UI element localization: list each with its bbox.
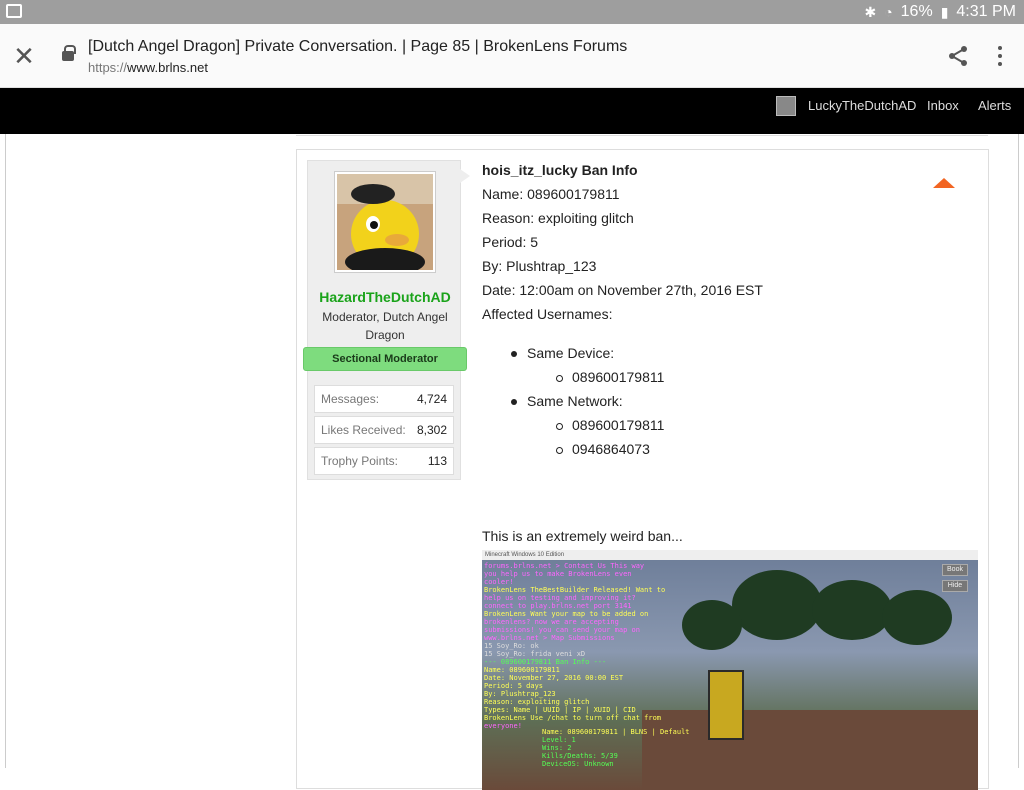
chat-line: Date: November 27, 2016 00:00 EST [484, 674, 624, 682]
nav-inbox[interactable]: Inbox [927, 98, 959, 113]
nav-alerts[interactable]: Alerts [978, 98, 1011, 113]
chat-line: help us on testing and improving it? [484, 594, 636, 602]
post-line: Period: 5 [482, 234, 539, 250]
list-item: 089600179811 [555, 417, 665, 433]
battery-percent: 16% [900, 3, 933, 20]
stat-value: 4,724 [416, 392, 447, 406]
avatar[interactable] [334, 171, 436, 273]
chat-line: Types: Name | UUID | IP | XUID | CID [484, 706, 636, 714]
lock-icon [62, 45, 76, 61]
post-line: Name: 089600179811 [482, 186, 620, 202]
list-item: 0946864073 [556, 441, 650, 457]
message-post: HazardTheDutchAD Moderator, Dutch Angel … [296, 149, 989, 790]
hud-line: Kills/Deaths: 5/39 [542, 752, 618, 760]
scroll-up-icon[interactable] [933, 178, 955, 188]
game-chat: forums.brlns.net > Contact Us This way yo… [484, 562, 684, 730]
chat-line: submissions! you can send your map on [484, 626, 640, 634]
post-line: Reason: exploiting glitch [482, 210, 634, 226]
chat-line: 15 Soy_Ro: frida veni xD [484, 650, 586, 658]
post-comment: This is an extremely weird ban... [482, 528, 683, 544]
hud-line: DeviceOS: Unknown [542, 760, 614, 768]
list-item: 089600179811 [555, 369, 665, 385]
stat-value: 113 [427, 454, 447, 468]
book-button: Book [942, 564, 968, 576]
stat-trophy[interactable]: Trophy Points: 113 [314, 447, 454, 475]
url-scheme: https:// [88, 60, 128, 75]
chat-line: BrokenLens TheBestBuilder Released! Want… [484, 586, 666, 594]
chat-line: brokenlens? now we are accepting [484, 618, 619, 626]
chat-line: cooler! [484, 578, 514, 586]
game-hud: Name: 089600179811 | BLNS | Default Level… [542, 728, 762, 768]
stat-label: Messages: [321, 392, 380, 406]
chat-line: --- 089600179811 Ban Info --- [484, 658, 607, 666]
page-title: [Dutch Angel Dragon] Private Conversatio… [88, 38, 628, 55]
hud-line: Wins: 2 [542, 744, 572, 752]
divider [296, 134, 988, 136]
clock: 4:31 PM [956, 3, 1016, 20]
stat-label: Trophy Points: [321, 454, 398, 468]
chat-line: forums.brlns.net > Contact Us This way [484, 562, 645, 570]
wifi-icon: ◔ [884, 4, 893, 20]
chat-line: Period: 5 days [484, 682, 544, 690]
user-panel: HazardTheDutchAD Moderator, Dutch Angel … [303, 160, 470, 480]
share-icon[interactable] [946, 44, 970, 68]
post-line: Affected Usernames: [482, 306, 613, 322]
url-display[interactable]: https://www.brlns.net [88, 60, 208, 75]
site-nav: LuckyTheDutchAD Inbox Alerts [0, 88, 1024, 134]
content-area: HazardTheDutchAD Moderator, Dutch Angel … [5, 134, 1019, 790]
chat-line: connect to play.brlns.net port 3141 [484, 602, 632, 610]
chat-line: 15 Soy_Ro: ok [484, 642, 539, 650]
list-item: Same Device: [510, 345, 615, 361]
stat-messages[interactable]: Messages: 4,724 [314, 385, 454, 413]
status-bar: ✱ ◔ 16% ▮ 4:31 PM [0, 0, 1024, 24]
chat-line: BrokenLens Use /chat to turn off chat fr… [484, 714, 662, 722]
list-item: Same Network: [511, 393, 623, 409]
close-icon[interactable]: ✕ [12, 43, 36, 69]
post-title: hois_itz_lucky Ban Info [482, 162, 638, 178]
user-title: Moderator, Dutch Angel Dragon [322, 310, 448, 342]
chat-line: By: Plushtrap_123 [484, 690, 556, 698]
notification-icon [6, 4, 22, 18]
more-menu-icon[interactable] [990, 44, 1010, 68]
role-badge: Sectional Moderator [303, 347, 467, 371]
avatar-image [337, 174, 433, 270]
chat-line: BrokenLens Want your map to be added on [484, 610, 649, 618]
chat-line: you help us to make BrokenLens even [484, 570, 632, 578]
chat-line: Name: 089600179811 [484, 666, 560, 674]
hide-button: Hide [942, 580, 968, 592]
url-host: www.brlns.net [127, 60, 208, 75]
stat-value: 8,302 [416, 423, 447, 437]
chat-line: Reason: exploiting glitch [484, 698, 590, 706]
user-name[interactable]: HazardTheDutchAD [308, 289, 462, 305]
user-stats: Messages: 4,724 Likes Received: 8,302 Tr… [314, 385, 454, 478]
attached-screenshot[interactable]: Minecraft Windows 10 Edition Book Hide f… [482, 550, 978, 790]
battery-icon: ▮ [940, 3, 949, 20]
post-line: By: Plushtrap_123 [482, 258, 597, 274]
bluetooth-icon: ✱ [864, 3, 877, 20]
hud-line: Name: 089600179811 | BLNS | Default [542, 728, 690, 736]
hud-line: Level: 1 [542, 736, 576, 744]
chat-line: www.brlns.net > Map Submissions [484, 634, 615, 642]
browser-toolbar: ✕ [Dutch Angel Dragon] Private Conversat… [0, 24, 1024, 88]
stat-likes[interactable]: Likes Received: 8,302 [314, 416, 454, 444]
status-right: ✱ ◔ 16% ▮ 4:31 PM [864, 2, 1016, 22]
stat-label: Likes Received: [321, 423, 406, 437]
screenshot-window-title: Minecraft Windows 10 Edition [482, 550, 978, 560]
nav-avatar[interactable] [776, 96, 796, 116]
post-line: Date: 12:00am on November 27th, 2016 EST [482, 282, 763, 298]
nav-username[interactable]: LuckyTheDutchAD [808, 98, 916, 113]
